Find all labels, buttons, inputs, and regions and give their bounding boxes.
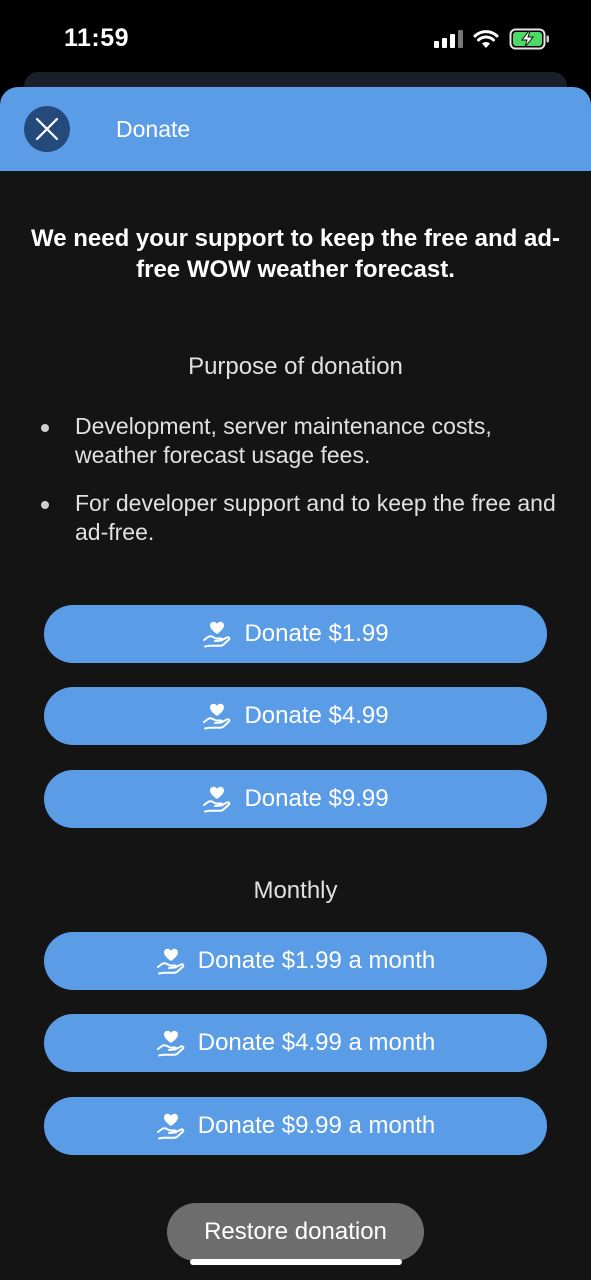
donate-button-label: Donate $4.99 a month (197, 1029, 436, 1056)
restore-donation-button[interactable]: Restore donation (167, 1203, 424, 1261)
close-icon (35, 117, 59, 141)
donate-button-label: Donate $1.99 (244, 620, 389, 647)
donate-1-99-button[interactable]: Donate $1.99 (44, 605, 547, 663)
hand-heart-icon (203, 703, 231, 730)
purpose-item: Development, server maintenance costs, w… (38, 412, 558, 470)
donate-button-label: Donate $4.99 (244, 702, 389, 729)
status-bar: 11:59 (0, 0, 591, 80)
hand-heart-icon (156, 948, 185, 975)
donate-button-label: Donate $1.99 a month (197, 947, 436, 974)
donate-4-99-monthly-button[interactable]: Donate $4.99 a month (44, 1014, 547, 1072)
cellular-signal-icon (434, 30, 463, 48)
donate-1-99-monthly-button[interactable]: Donate $1.99 a month (44, 932, 547, 990)
purpose-title: Purpose of donation (188, 353, 403, 380)
restore-button-label: Restore donation (204, 1218, 387, 1245)
screen: { "status_bar": { "time": "11:59", "icon… (0, 0, 591, 1280)
donate-9-99-monthly-button[interactable]: Donate $9.99 a month (44, 1097, 547, 1155)
header-bar: Donate (0, 87, 591, 171)
purpose-list: Development, server maintenance costs, w… (38, 412, 558, 566)
donate-9-99-button[interactable]: Donate $9.99 (44, 770, 547, 828)
status-time: 11:59 (64, 24, 130, 52)
intro-text: We need your support to keep the free an… (31, 225, 560, 283)
hand-heart-icon (156, 1113, 185, 1140)
purpose-item: For developer support and to keep the fr… (38, 489, 558, 547)
donate-button-label: Donate $9.99 (244, 785, 389, 812)
hand-heart-icon (203, 621, 231, 648)
donate-button-label: Donate $9.99 a month (197, 1112, 436, 1139)
hand-heart-icon (156, 1030, 185, 1057)
donate-4-99-button[interactable]: Donate $4.99 (44, 687, 547, 745)
close-button[interactable] (24, 106, 70, 152)
header-title: Donate (116, 116, 191, 142)
status-icons (434, 28, 551, 50)
donate-sheet: Donate We need your support to keep the … (0, 87, 591, 1280)
home-indicator (190, 1259, 402, 1265)
monthly-title: Monthly (253, 877, 338, 904)
hand-heart-icon (203, 786, 231, 813)
wifi-icon (473, 30, 499, 48)
battery-charging-icon (509, 28, 549, 50)
